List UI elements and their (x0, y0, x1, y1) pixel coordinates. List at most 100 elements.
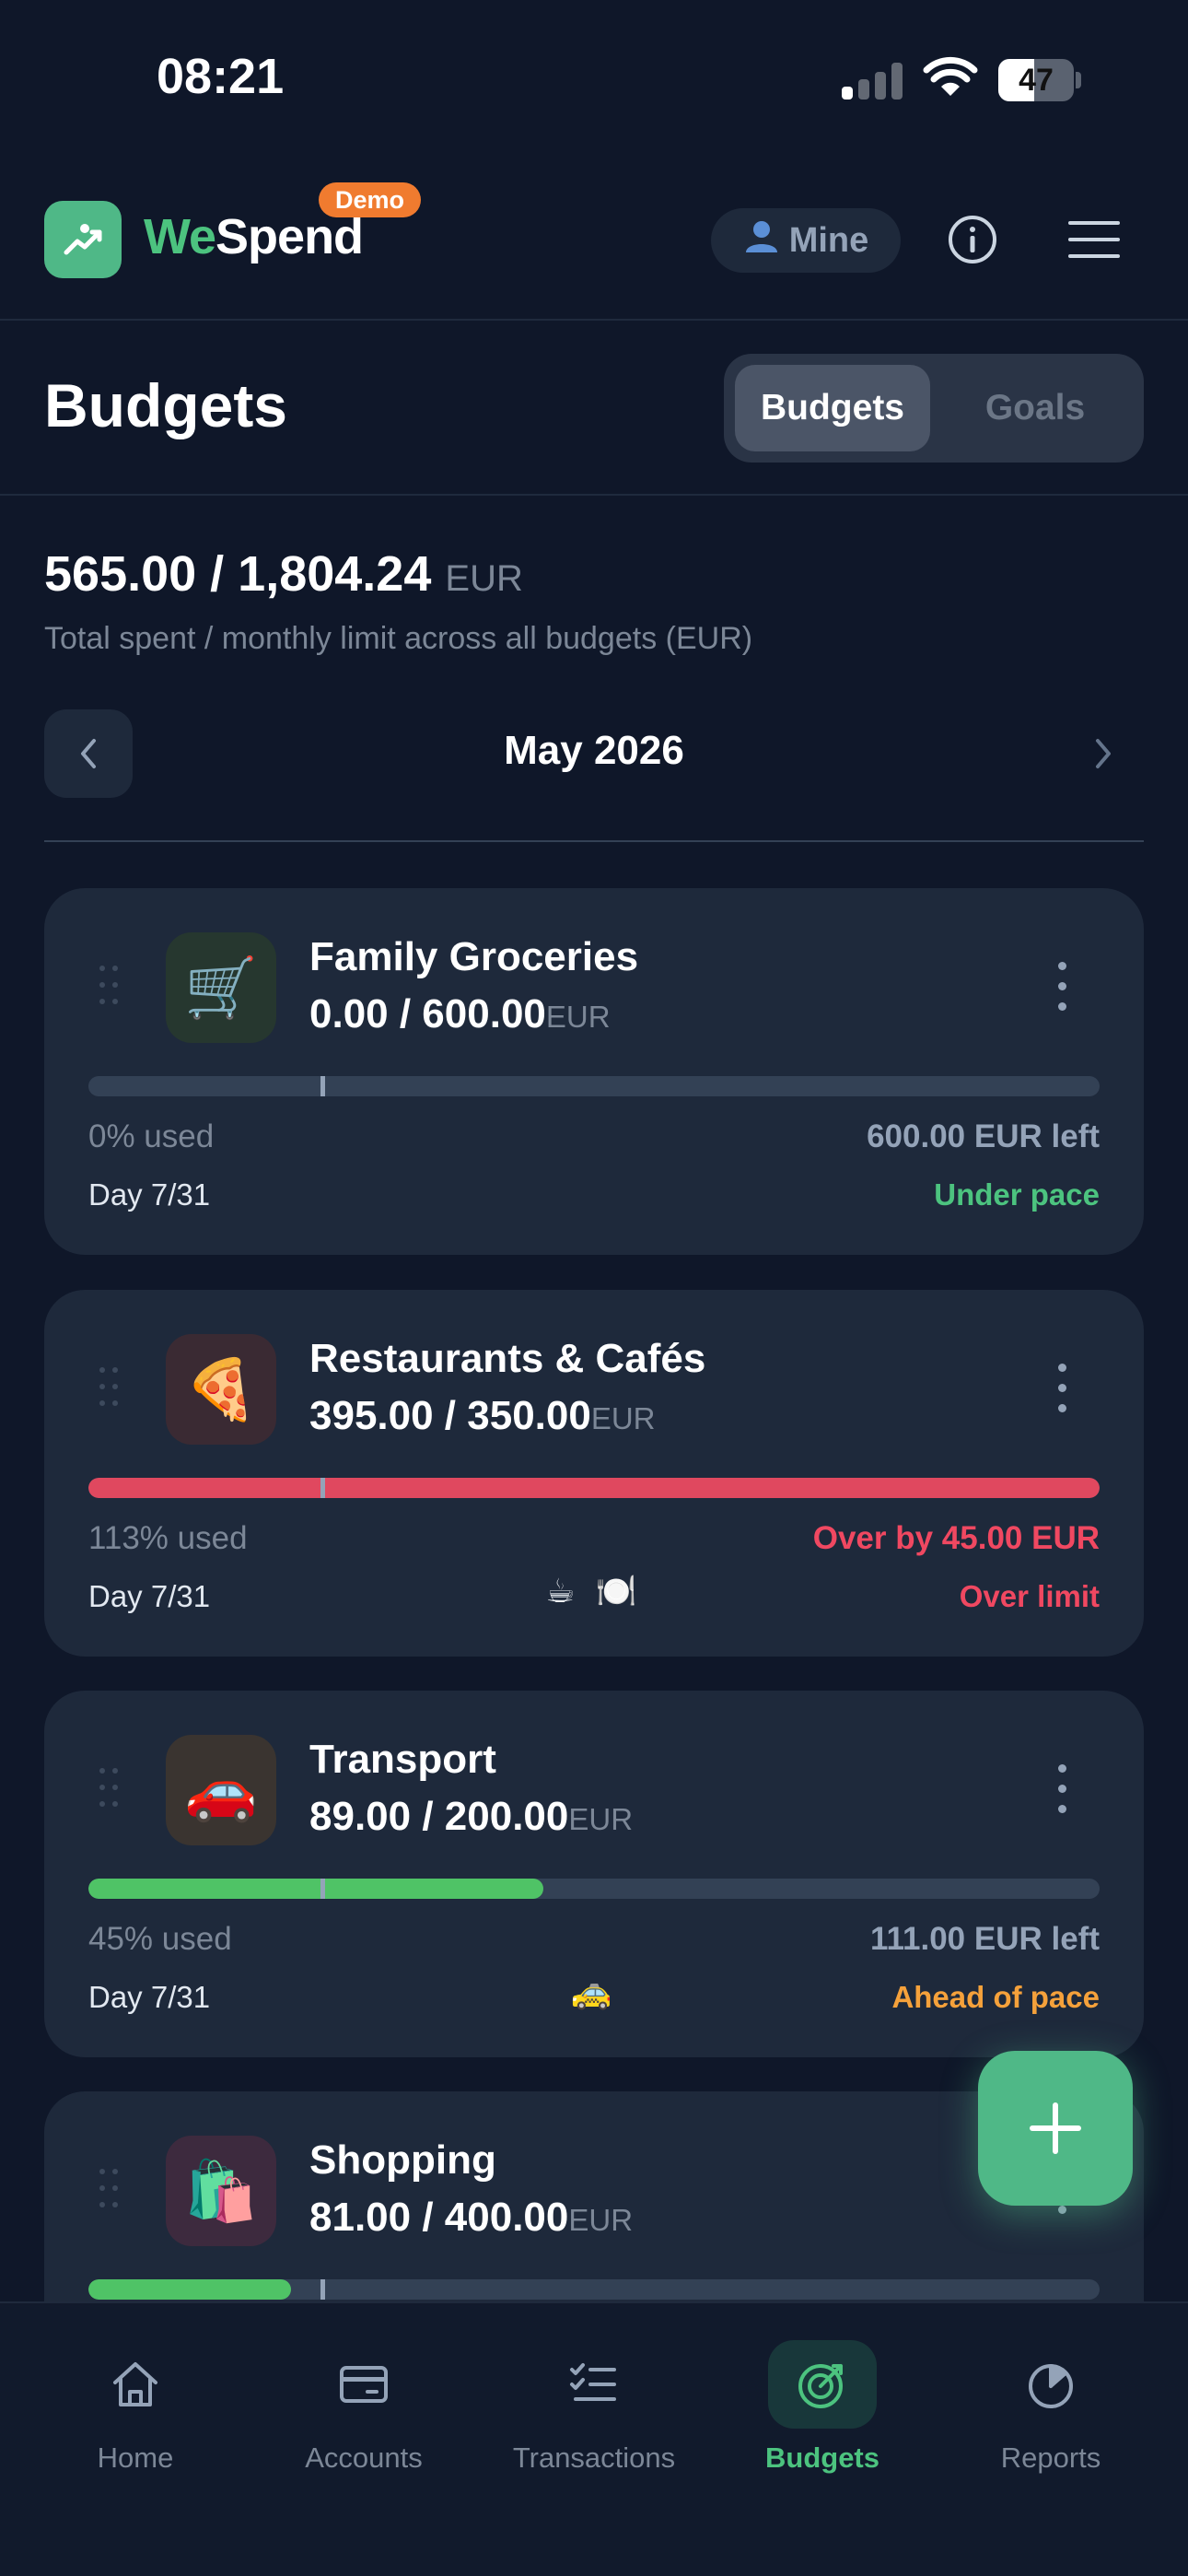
budget-used-percent: 45% used (88, 1921, 232, 1957)
category-emoji: 🛒 (184, 954, 258, 1021)
budget-card[interactable]: 🚗 Transport 89.00 / 200.00EUR 45% used 1… (44, 1691, 1144, 2057)
budget-used-percent: 0% used (88, 1118, 215, 1154)
budget-currency: EUR (568, 2203, 634, 2237)
title-divider (0, 494, 1188, 496)
nav-reports[interactable]: Reports (936, 2340, 1166, 2475)
budget-amount: 395.00 / 350.00EUR (309, 1393, 656, 1439)
pace-marker (320, 1879, 325, 1899)
nav-transactions[interactable]: Transactions (479, 2340, 709, 2475)
nav-label-budgets: Budgets (765, 2441, 879, 2474)
budget-name: Shopping (309, 2137, 496, 2183)
budget-amount-value: 395.00 / 350.00 (309, 1393, 591, 1438)
budget-currency: EUR (545, 1000, 611, 1034)
page-title: Budgets (44, 371, 287, 439)
scope-label: Mine (788, 220, 869, 260)
category-emoji: 🛍️ (184, 2157, 258, 2224)
budget-card[interactable]: 🛒 Family Groceries 0.00 / 600.00EUR 0% u… (44, 888, 1144, 1255)
budget-remaining: Over by 45.00 EUR (812, 1520, 1100, 1556)
budget-progress-fill (88, 1879, 544, 1899)
chevron-right-icon (1096, 739, 1111, 768)
hamburger-menu-icon[interactable] (1068, 219, 1120, 260)
budget-amount: 0.00 / 600.00EUR (309, 991, 611, 1037)
nav-accounts[interactable]: Accounts (249, 2340, 479, 2475)
budget-pace-status: Over limit (959, 1579, 1100, 1613)
budget-progress-fill (88, 2279, 291, 2300)
budget-progress-bar (88, 2279, 1100, 2300)
nav-label-reports: Reports (1000, 2441, 1101, 2474)
home-icon (113, 2362, 157, 2406)
credit-card-icon (340, 2366, 388, 2403)
category-icon: 🛒 (166, 932, 276, 1043)
budget-amount: 81.00 / 400.00EUR (309, 2195, 633, 2241)
chevron-left-icon (81, 739, 96, 768)
demo-badge: Demo (319, 182, 422, 217)
brand-we: We (144, 209, 216, 264)
category-icon: 🍕 (166, 1334, 276, 1445)
target-icon (798, 2364, 843, 2408)
nav-label-accounts: Accounts (305, 2441, 423, 2474)
budget-progress-bar (88, 1076, 1100, 1096)
more-options-icon[interactable] (1055, 962, 1066, 1013)
category-emoji: 🚗 (184, 1756, 258, 1823)
budget-day-counter: Day 7/31 (88, 1177, 211, 1212)
budget-currency: EUR (590, 1401, 656, 1435)
drag-handle-icon[interactable] (99, 1768, 122, 1809)
totals-currency: EUR (445, 558, 523, 599)
previous-month-button[interactable] (44, 709, 133, 798)
totals-subtitle: Total spent / monthly limit across all b… (44, 621, 753, 656)
budget-pace-status: Under pace (934, 1177, 1100, 1212)
brand-logo[interactable]: WeSpend (144, 208, 364, 265)
budget-progress-bar (88, 1879, 1100, 1899)
totals-amount: 565.00 / 1,804.24 EUR (44, 545, 523, 603)
more-options-icon[interactable] (1055, 1364, 1066, 1415)
tab-goals[interactable]: Goals (938, 365, 1133, 451)
next-month-button[interactable] (1077, 728, 1129, 779)
budget-card[interactable]: 🍕 Restaurants & Cafés 395.00 / 350.00EUR… (44, 1290, 1144, 1657)
budget-name: Family Groceries (309, 934, 639, 979)
nav-label-home: Home (97, 2441, 174, 2474)
nav-label-transactions: Transactions (512, 2441, 676, 2474)
nav-home[interactable]: Home (20, 2340, 250, 2475)
pace-marker (320, 2279, 325, 2300)
drag-handle-icon[interactable] (99, 2169, 122, 2209)
nav-budgets[interactable]: Budgets (707, 2340, 938, 2475)
totals-value: 565.00 / 1,804.24 (44, 546, 432, 602)
category-icon: 🚗 (166, 1735, 276, 1845)
month-label: May 2026 (504, 728, 684, 773)
battery-level: 47 (1019, 63, 1054, 98)
pie-chart-icon (1029, 2364, 1073, 2408)
category-emoji: 🍕 (184, 1355, 258, 1423)
budget-progress-fill (88, 1478, 1100, 1498)
budget-amount: 89.00 / 200.00EUR (309, 1794, 633, 1840)
pace-marker (320, 1076, 325, 1096)
wifi-icon (923, 55, 978, 100)
info-icon[interactable] (947, 214, 998, 265)
month-divider (44, 840, 1144, 842)
checklist-icon (570, 2363, 616, 2401)
budget-used-percent: 113% used (88, 1520, 248, 1556)
battery-icon: 47 (998, 59, 1081, 101)
header-divider (0, 319, 1188, 321)
budget-amount-value: 81.00 / 400.00 (309, 2195, 569, 2240)
budget-amount-value: 0.00 / 600.00 (309, 991, 546, 1036)
tab-budgets[interactable]: Budgets (735, 365, 930, 451)
budget-amount-value: 89.00 / 200.00 (309, 1794, 569, 1839)
budget-name: Restaurants & Cafés (309, 1336, 706, 1381)
more-options-icon[interactable] (1055, 1764, 1066, 1816)
scope-filter-button[interactable]: Mine (711, 208, 901, 273)
budget-currency: EUR (568, 1802, 634, 1836)
view-segmented-control: Budgets Goals (724, 354, 1144, 463)
plus-icon (1030, 2102, 1081, 2154)
budget-name: Transport (309, 1737, 496, 1782)
person-icon (743, 217, 780, 263)
add-budget-button[interactable] (978, 2051, 1133, 2206)
budget-remaining: 600.00 EUR left (867, 1118, 1100, 1154)
drag-handle-icon[interactable] (99, 966, 122, 1006)
trend-chart-icon[interactable] (44, 201, 122, 278)
bottom-navigation: Home Accounts Transactions Budgets Repor… (0, 2301, 1188, 2576)
brand-spend: Spend (215, 209, 364, 264)
budget-progress-bar (88, 1478, 1100, 1498)
drag-handle-icon[interactable] (99, 1367, 122, 1408)
cellular-signal-icon (842, 61, 904, 100)
pace-marker (320, 1478, 325, 1498)
